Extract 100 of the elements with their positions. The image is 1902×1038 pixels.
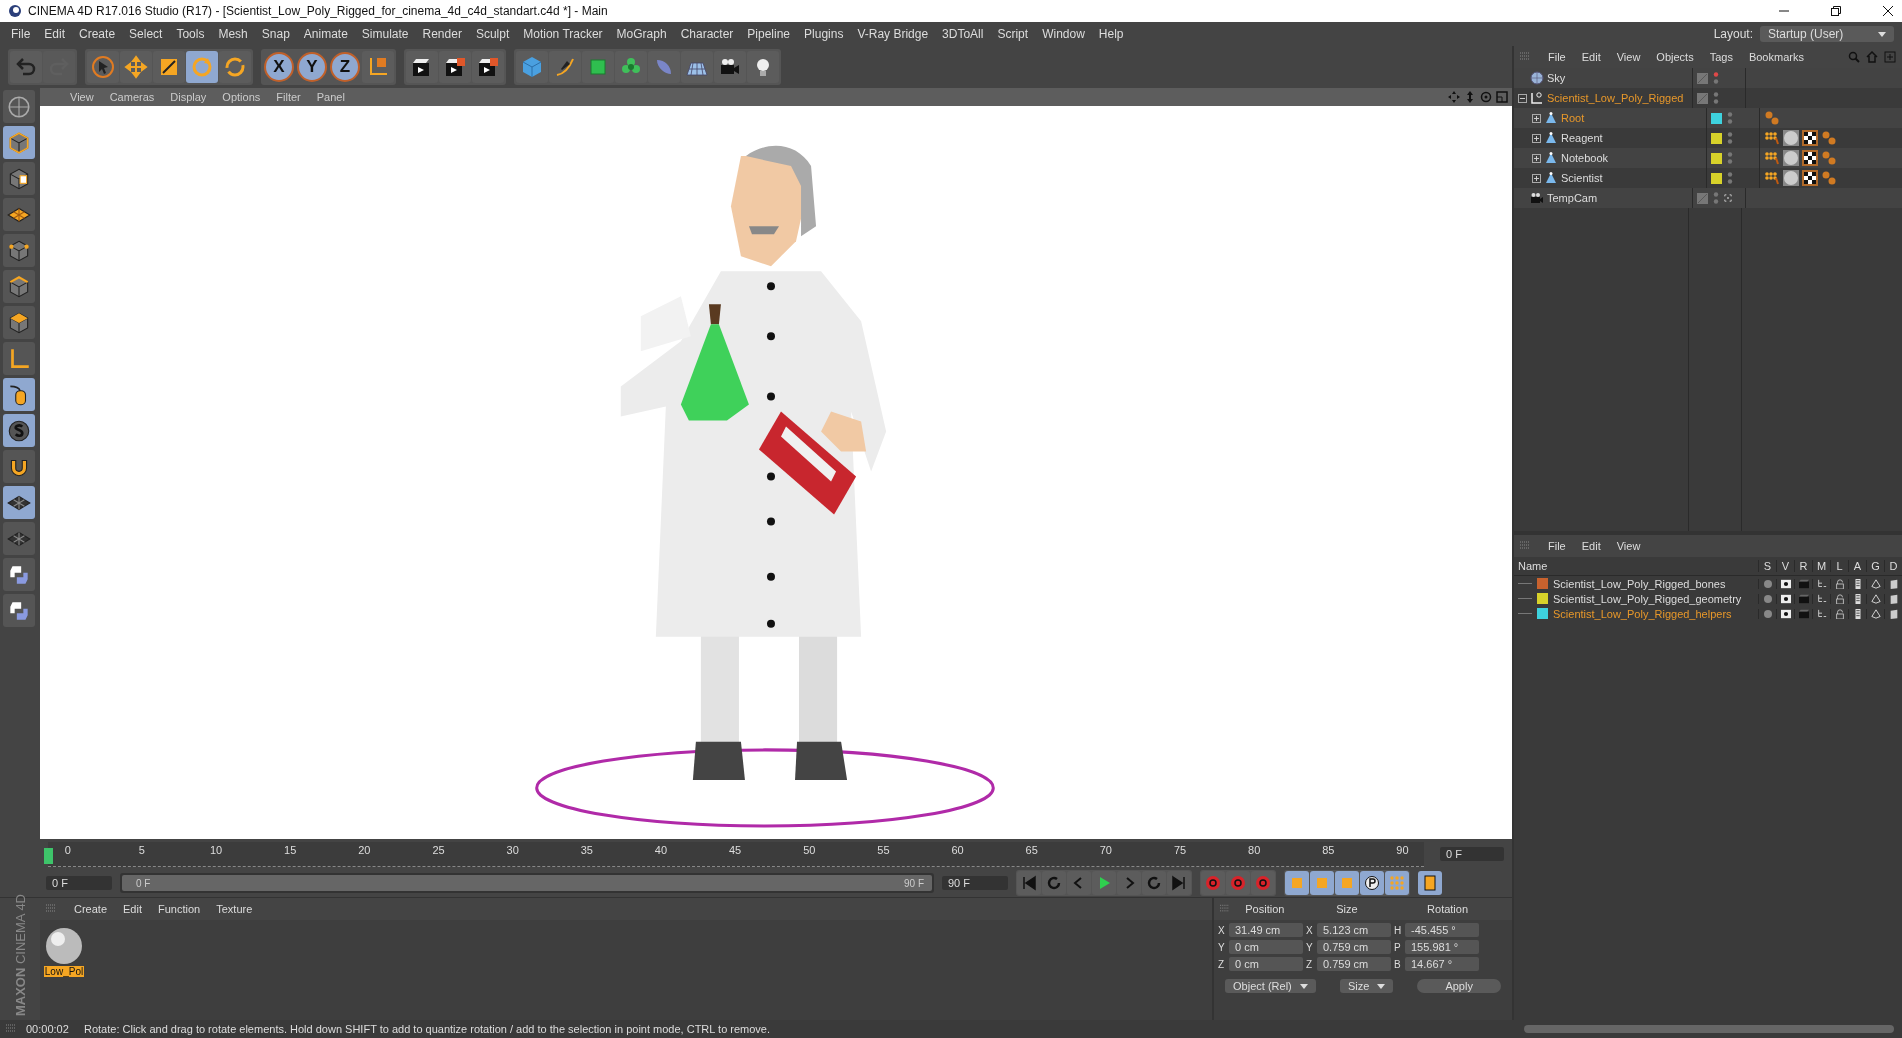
- home-icon[interactable]: [1866, 51, 1878, 63]
- axis-lock-button[interactable]: Y: [297, 52, 327, 82]
- viewport-menu-item[interactable]: Options: [214, 91, 269, 103]
- current-frame-field[interactable]: 0 F: [1440, 847, 1504, 861]
- magnet-icon[interactable]: [3, 450, 35, 483]
- clapboard-icon[interactable]: [1798, 593, 1809, 604]
- close-icon[interactable]: [1882, 5, 1894, 17]
- edges-icon[interactable]: [3, 270, 35, 303]
- menu-item[interactable]: Character: [673, 27, 741, 41]
- hierarchy-icon[interactable]: [1816, 608, 1827, 619]
- viewport-menu-item[interactable]: Display: [162, 91, 215, 103]
- points-icon[interactable]: [3, 234, 35, 267]
- menu-item[interactable]: Function: [150, 903, 209, 915]
- menu-item[interactable]: Script: [990, 27, 1036, 41]
- position-field[interactable]: 31.49 cm: [1229, 923, 1303, 937]
- recent-tool-icon[interactable]: [219, 51, 251, 83]
- coordinate-system-icon[interactable]: [362, 51, 394, 83]
- menu-item[interactable]: Edit: [1573, 540, 1609, 552]
- render-picture-icon[interactable]: [439, 51, 471, 83]
- texture-tag-icon[interactable]: [1802, 150, 1818, 166]
- menu-item[interactable]: Help: [1091, 27, 1131, 41]
- parameter-key-icon[interactable]: [1360, 871, 1384, 895]
- polygon-cube-icon[interactable]: [582, 51, 614, 83]
- layer-color-swatch[interactable]: [1537, 593, 1548, 604]
- camera-icon[interactable]: [714, 51, 746, 83]
- expand-icon[interactable]: [1532, 153, 1541, 163]
- grip-icon[interactable]: [1520, 541, 1530, 551]
- layer-slot-icon[interactable]: [1697, 192, 1708, 204]
- menu-item[interactable]: Texture: [208, 903, 261, 915]
- render-view-icon[interactable]: [406, 51, 438, 83]
- column-header[interactable]: D: [1884, 560, 1902, 572]
- mouse-icon[interactable]: [3, 378, 35, 411]
- solo-icon[interactable]: [3, 414, 35, 447]
- scrollbar[interactable]: [1524, 1025, 1894, 1033]
- axis-icon[interactable]: [3, 342, 35, 375]
- menu-item[interactable]: Create: [66, 903, 116, 915]
- frame-range-slider[interactable]: 0 F 90 F: [122, 875, 932, 891]
- column-header[interactable]: Name: [1514, 560, 1758, 572]
- menu-item[interactable]: Simulate: [354, 27, 416, 41]
- rotation-field[interactable]: 155.981 °: [1405, 940, 1479, 954]
- object-name[interactable]: Scientist_Low_Poly_Rigged: [1547, 92, 1684, 104]
- object-name[interactable]: Sky: [1547, 72, 1566, 84]
- start-frame-field[interactable]: 0 F: [46, 876, 112, 890]
- polygons-icon[interactable]: [3, 306, 35, 339]
- menu-item[interactable]: Select: [122, 27, 170, 41]
- column-header[interactable]: R: [1794, 560, 1812, 572]
- menu-item[interactable]: Tools: [169, 27, 212, 41]
- render-settings-icon[interactable]: [472, 51, 504, 83]
- viewport-menu-item[interactable]: Panel: [308, 91, 353, 103]
- move-view-icon[interactable]: [1448, 91, 1460, 103]
- rotate-view-icon[interactable]: [1480, 91, 1492, 103]
- menu-item[interactable]: MoGraph: [609, 27, 674, 41]
- hierarchy-icon[interactable]: [1816, 578, 1827, 589]
- padlock-icon[interactable]: [1834, 578, 1845, 589]
- viewport-menu-item[interactable]: View: [62, 91, 102, 103]
- pen-icon[interactable]: [549, 51, 581, 83]
- size-field[interactable]: 0.759 cm: [1317, 940, 1391, 954]
- autokey-icon[interactable]: [1226, 871, 1250, 895]
- coordinate-mode-dropdown[interactable]: Object (Rel): [1225, 979, 1316, 993]
- scale-tool-icon[interactable]: [153, 51, 185, 83]
- workplane-icon[interactable]: [3, 198, 35, 231]
- model-icon[interactable]: [3, 126, 35, 159]
- layer-name[interactable]: Scientist_Low_Poly_Rigged_helpers: [1553, 607, 1732, 620]
- visibility-dots-icon[interactable]: [1726, 171, 1734, 185]
- menu-item[interactable]: Create: [72, 27, 123, 41]
- menu-item[interactable]: File: [1540, 51, 1574, 63]
- collapse-icon[interactable]: [1518, 93, 1527, 103]
- visibility-dots-icon[interactable]: [1726, 151, 1734, 165]
- expand-icon[interactable]: [1532, 173, 1541, 183]
- clapboard-icon[interactable]: [1798, 578, 1809, 589]
- position-field[interactable]: 0 cm: [1229, 940, 1303, 954]
- padlock-icon[interactable]: [1834, 593, 1845, 604]
- grip-icon[interactable]: [1220, 904, 1230, 914]
- layer-name[interactable]: Scientist_Low_Poly_Rigged_geometry: [1553, 592, 1742, 605]
- position-field[interactable]: 0 cm: [1229, 957, 1303, 971]
- menu-item[interactable]: Snap: [254, 27, 297, 41]
- apply-button[interactable]: Apply: [1417, 979, 1501, 993]
- cluster-icon[interactable]: [615, 51, 647, 83]
- menu-item[interactable]: Pipeline: [740, 27, 798, 41]
- menu-item[interactable]: Sculpt: [468, 27, 517, 41]
- viewport-menu-item[interactable]: Filter: [268, 91, 309, 103]
- visibility-dots-icon[interactable]: [1726, 131, 1734, 145]
- axis-lock-button[interactable]: X: [264, 52, 294, 82]
- layer-name[interactable]: Scientist_Low_Poly_Rigged_bones: [1553, 577, 1726, 590]
- layer-color-swatch[interactable]: [1711, 112, 1722, 124]
- solo-dot-icon[interactable]: [1762, 608, 1773, 619]
- grip-icon[interactable]: [6, 1024, 16, 1034]
- globe-icon[interactable]: [3, 90, 35, 123]
- layer-color-swatch[interactable]: [1711, 132, 1722, 144]
- pyramid-icon[interactable]: [1870, 578, 1881, 589]
- menu-item[interactable]: Edit: [37, 27, 73, 41]
- menu-item[interactable]: Plugins: [797, 27, 851, 41]
- column-header[interactable]: M: [1812, 560, 1830, 572]
- expand-icon[interactable]: [1532, 113, 1541, 123]
- menu-item[interactable]: View: [1608, 540, 1649, 552]
- move-tool-icon[interactable]: [120, 51, 152, 83]
- menu-item[interactable]: Edit: [115, 903, 150, 915]
- texture-tag-icon[interactable]: [1802, 130, 1818, 146]
- menu-item[interactable]: File: [1540, 540, 1574, 552]
- play-icon[interactable]: [1092, 871, 1116, 895]
